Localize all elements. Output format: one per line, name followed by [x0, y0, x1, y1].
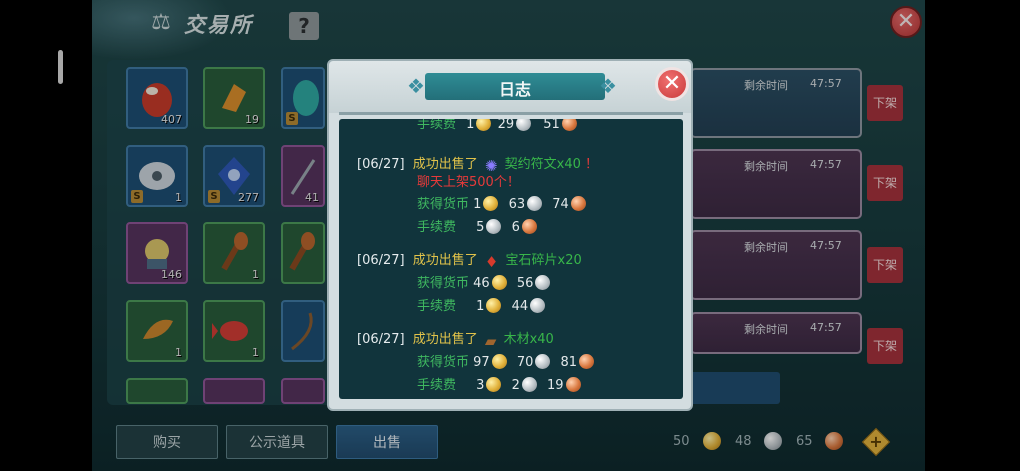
fee-gold: 1: [476, 299, 485, 314]
log-earned-row: 获得货币 97 70 81: [417, 351, 596, 370]
log-fee-row: 手续费 5 6: [417, 216, 539, 235]
log-extra: 聊天上架500个！: [417, 171, 520, 190]
fee-copper: 51: [543, 119, 560, 132]
log-entry: [06/27] 成功出售了 ▰ 木材x40: [357, 328, 554, 350]
log-item-name: 宝石碎片x20: [505, 253, 582, 268]
fee-label: 手续费: [417, 378, 457, 393]
fee-gold: 1: [466, 119, 475, 132]
silver-coin-icon: [521, 377, 537, 392]
earned-label: 获得货币: [417, 276, 470, 291]
copper-coin-icon: [565, 377, 581, 392]
fee-silver: 5: [476, 220, 485, 235]
earned-silver: 63: [508, 197, 526, 212]
silver-coin-icon: [535, 275, 551, 290]
dialog-title: 日志: [498, 80, 531, 99]
copper-coin-icon: [521, 219, 537, 234]
log-list[interactable]: 手续费 1 29 51 [06/27] 成功出售了 ✺ 契约符文x40 ！ 聊天…: [339, 119, 683, 399]
ornament-left-icon: ❖: [407, 74, 425, 98]
earned-gold: 1: [473, 197, 482, 212]
log-item-name: 契约符文x40: [504, 157, 581, 172]
earned-silver: 56: [516, 276, 534, 291]
dialog-close-button[interactable]: ✕: [655, 67, 689, 101]
gold-coin-icon: [476, 119, 492, 131]
fee-gold: 3: [476, 378, 485, 393]
wood-log-icon: ▰: [484, 332, 497, 350]
log-dialog: ❖ 日志 ❖ ✕ 手续费 1 29 51 [06/27] 成功出售了 ✺ 契约符…: [327, 59, 693, 411]
fee-label: 手续费: [417, 119, 457, 132]
log-earned-row: 获得货币 46 56: [417, 272, 552, 291]
log-action: 成功出售了: [412, 157, 478, 172]
fee-silver: 44: [511, 299, 529, 314]
silver-coin-icon: [535, 354, 551, 369]
gold-coin-icon: [486, 377, 502, 392]
red-gem-icon: ♦: [484, 253, 499, 271]
log-date: [06/27]: [357, 253, 405, 268]
gold-coin-icon: [491, 275, 507, 290]
fee-silver: 29: [497, 119, 515, 132]
copper-coin-icon: [570, 196, 586, 211]
silver-coin-icon: [530, 298, 546, 313]
silver-coin-icon: [527, 196, 543, 211]
log-fee-row: 手续费 1 44: [417, 295, 547, 314]
silver-coin-icon: [516, 119, 532, 131]
log-entry: [06/27] 成功出售了 ✺ 契约符文x40 ！: [357, 153, 599, 175]
log-action: 成功出售了: [412, 332, 478, 347]
divider: [339, 112, 683, 115]
copper-coin-icon: [579, 354, 595, 369]
earned-gold: 97: [473, 355, 490, 370]
log-action: 成功出售了: [412, 253, 478, 268]
log-item-name: 木材x40: [503, 332, 554, 347]
ornament-right-icon: ❖: [599, 74, 617, 98]
log-date: [06/27]: [357, 332, 405, 347]
fee-copper: 6: [511, 220, 520, 235]
log-item-close: ！: [585, 157, 599, 172]
fee-label: 手续费: [417, 220, 457, 235]
earned-gold: 46: [473, 276, 490, 291]
earned-label: 获得货币: [417, 355, 470, 370]
earned-copper: 81: [560, 355, 578, 370]
earned-silver: 70: [516, 355, 534, 370]
gold-coin-icon: [491, 354, 507, 369]
fee-label: 手续费: [417, 299, 457, 314]
fee-silver: 2: [511, 378, 520, 393]
log-extra-text: 聊天上架500个！: [417, 175, 520, 190]
earned-label: 获得货币: [417, 197, 470, 212]
copper-coin-icon: [561, 119, 577, 131]
silver-coin-icon: [486, 219, 502, 234]
gold-coin-icon: [486, 298, 502, 313]
gold-coin-icon: [483, 196, 499, 211]
log-date: [06/27]: [357, 157, 405, 172]
log-earned-row: 获得货币 1 63 74: [417, 193, 588, 212]
log-entry: [06/27] 成功出售了 ♦ 宝石碎片x20: [357, 249, 582, 271]
log-fee-row: 手续费 1 29 51: [417, 119, 579, 132]
dialog-title-bar: 日志: [425, 73, 605, 100]
fee-copper: 19: [547, 378, 564, 393]
earned-copper: 74: [552, 197, 569, 212]
log-fee-row: 手续费 3 2 19: [417, 374, 583, 393]
